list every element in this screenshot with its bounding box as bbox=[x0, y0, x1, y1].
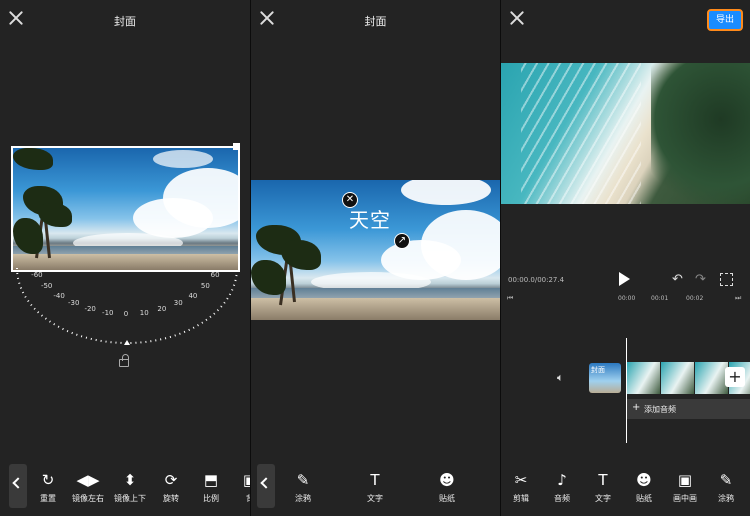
tool-label: 重置 bbox=[40, 494, 56, 503]
picture-in-picture-icon: ▣ bbox=[677, 471, 693, 489]
crop-icon: ▣ bbox=[230, 470, 250, 490]
tool-button-aspect-ratio[interactable]: ⬒ 比例 bbox=[191, 470, 231, 504]
skip-end-icon[interactable]: ⏭ bbox=[735, 294, 741, 303]
tool-label: 剪辑 bbox=[513, 494, 529, 503]
undo-icon[interactable]: ↶ bbox=[672, 273, 683, 287]
play-button[interactable] bbox=[619, 272, 630, 286]
text-icon: T bbox=[370, 471, 380, 489]
tool-button-crop[interactable]: ▣背 bbox=[230, 470, 250, 504]
tool-button-scissors[interactable]: ✂ 剪辑 bbox=[501, 470, 541, 504]
toolbar-back-button[interactable] bbox=[9, 464, 27, 508]
tool-button-brush[interactable]: ✎ 涂鸦 bbox=[283, 470, 323, 504]
page-title: 封面 bbox=[364, 15, 387, 28]
redo-icon[interactable]: ↷ bbox=[695, 273, 706, 287]
rotate-reset-icon: ↻ bbox=[41, 471, 55, 489]
toolbar-back-button[interactable] bbox=[257, 464, 275, 508]
dial-label: 10 bbox=[139, 308, 149, 317]
cover-image bbox=[251, 180, 500, 320]
tool-label: 比例 bbox=[203, 494, 219, 503]
tool-label: 涂鸦 bbox=[295, 494, 311, 503]
ruler-label: 00:00 bbox=[618, 295, 636, 302]
page-title: 封面 bbox=[114, 15, 136, 28]
cover-text-panel: 封面 天空 ✕ ↗ ✎ 涂鸦 T 文字 ☻ 贴纸 bbox=[251, 0, 500, 516]
tool-label: 涂鸦 bbox=[718, 494, 734, 503]
ruler-label: 00:02 bbox=[686, 295, 704, 302]
dial-label: 20 bbox=[157, 305, 167, 314]
dial-label: -30 bbox=[68, 299, 80, 308]
sticker-icon: ☻ bbox=[636, 471, 652, 489]
music-note-icon: ♪ bbox=[557, 471, 567, 489]
tool-button-brush[interactable]: ✎ 涂鸦 bbox=[706, 470, 746, 504]
dial-label: 40 bbox=[188, 291, 198, 300]
brush-icon: ✎ bbox=[296, 471, 310, 489]
tool-label: 文字 bbox=[367, 494, 383, 503]
playback-time: 00:00.0/00:27.4 bbox=[508, 276, 565, 284]
volume-icon[interactable]: 🔈︎ bbox=[557, 371, 564, 385]
text-overlay-content: 天空 bbox=[349, 208, 391, 232]
rotate-icon: ⟳ bbox=[164, 471, 178, 489]
dial-label: 30 bbox=[173, 299, 183, 308]
mirror-vertical-icon: ⬍ bbox=[123, 471, 137, 489]
tool-label: 镜像左右 bbox=[72, 494, 104, 503]
export-button[interactable]: 导出 bbox=[707, 9, 743, 31]
video-preview bbox=[501, 63, 750, 204]
text-overlay[interactable]: 天空 bbox=[348, 203, 400, 233]
dial-label: -40 bbox=[53, 291, 65, 300]
brush-icon: ✎ bbox=[719, 471, 733, 489]
cover-crop-panel: 封面 -60 -50 -40 -30 -20 -10 0 10 20 30 40 50 60 ↻ 重置 ◀▶… bbox=[0, 0, 250, 516]
tool-label: 镜像上下 bbox=[114, 494, 146, 503]
resize-text-handle[interactable]: ↗ bbox=[394, 233, 410, 249]
tool-button-text[interactable]: T 文字 bbox=[355, 470, 395, 504]
ruler-label: 00:01 bbox=[651, 295, 669, 302]
skip-start-icon[interactable]: ⏮ bbox=[507, 294, 513, 303]
fullscreen-icon[interactable] bbox=[720, 273, 733, 286]
tool-button-rotate-reset[interactable]: ↻ 重置 bbox=[28, 470, 68, 504]
dial-label: 50 bbox=[200, 281, 210, 290]
dial-label: -20 bbox=[84, 305, 96, 314]
video-editor-panel: 导出 00:00.0/00:27.4 ↶ ↷ ⏮ 00:00 00:01 00:… bbox=[501, 0, 750, 516]
tool-button-mirror-vertical[interactable]: ⬍ 镜像上下 bbox=[110, 470, 150, 504]
tool-button-picture-in-picture[interactable]: ▣ 画中画 bbox=[665, 470, 705, 504]
add-clip-button[interactable]: + bbox=[725, 367, 745, 387]
tool-button-sticker[interactable]: ☻ 贴纸 bbox=[427, 470, 467, 504]
dial-label: -10 bbox=[102, 308, 114, 317]
tool-button-text[interactable]: T 文字 bbox=[583, 470, 623, 504]
dial-label: -50 bbox=[40, 281, 53, 290]
tool-button-mirror-horizontal[interactable]: ◀▶ 镜像左右 bbox=[68, 470, 108, 504]
sticker-icon: ☻ bbox=[439, 471, 455, 489]
tool-label: 画中画 bbox=[673, 494, 697, 503]
timeline-ruler: ⏮ 00:00 00:01 00:02 ⏭ bbox=[501, 294, 750, 304]
tool-button-sticker[interactable]: ☻ 贴纸 bbox=[624, 470, 664, 504]
close-icon[interactable] bbox=[509, 10, 525, 26]
tool-label: 贴纸 bbox=[439, 494, 455, 503]
dial-label: 60 bbox=[210, 270, 220, 279]
add-audio-button[interactable]: + 添加音频 bbox=[627, 399, 750, 419]
tool-label: 贴纸 bbox=[636, 494, 652, 503]
cover-image bbox=[11, 146, 240, 272]
tool-button-music-note[interactable]: ♪ 音频 bbox=[542, 470, 582, 504]
lock-icon[interactable] bbox=[117, 354, 131, 368]
scissors-icon: ✂ bbox=[514, 471, 528, 489]
dial-label: 0 bbox=[123, 310, 129, 318]
rotation-dial[interactable] bbox=[12, 262, 242, 352]
dial-label: -60 bbox=[31, 270, 43, 279]
cover-thumb-label: 封面 bbox=[591, 366, 605, 374]
tool-label: 背 bbox=[230, 493, 250, 504]
plus-icon: + bbox=[632, 402, 641, 413]
aspect-ratio-icon: ⬒ bbox=[203, 471, 219, 489]
add-audio-label: 添加音频 bbox=[644, 405, 676, 414]
crop-handle[interactable] bbox=[233, 143, 240, 150]
mirror-horizontal-icon: ◀▶ bbox=[76, 471, 100, 489]
cover-thumb[interactable]: 封面 bbox=[589, 363, 621, 393]
tool-label: 旋转 bbox=[163, 494, 179, 503]
delete-text-button[interactable]: ✕ bbox=[342, 192, 358, 208]
tool-label: 音频 bbox=[554, 494, 570, 503]
tool-button-rotate[interactable]: ⟳ 旋转 bbox=[151, 470, 191, 504]
tool-label: 文字 bbox=[595, 494, 611, 503]
text-icon: T bbox=[598, 471, 608, 489]
